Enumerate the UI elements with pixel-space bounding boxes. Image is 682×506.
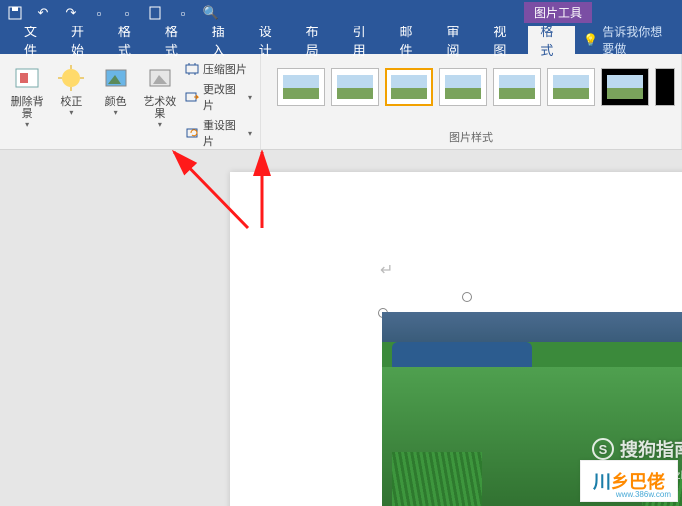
reset-icon — [185, 126, 199, 140]
corrections-icon — [57, 64, 85, 92]
save-icon[interactable] — [6, 4, 24, 22]
change-picture-button[interactable]: 更改图片 ▾ — [183, 80, 254, 114]
contextual-tab-label: 图片工具 — [524, 2, 592, 23]
group-adjust: 删除背景 ▾ 校正 ▾ 颜色 ▾ 艺术效果 ▾ 压缩图片 — [0, 54, 261, 149]
style-thumb-2[interactable] — [331, 68, 379, 106]
style-thumb-6[interactable] — [547, 68, 595, 106]
chevron-down-icon: ▾ — [158, 120, 162, 129]
picture-sky — [382, 312, 682, 342]
watermark-brand: S 搜狗指南 — [592, 436, 682, 462]
chevron-down-icon: ▾ — [248, 129, 252, 138]
compress-pictures-button[interactable]: 压缩图片 — [183, 60, 254, 78]
site-url: www.386w.com — [616, 490, 671, 499]
artistic-icon — [146, 64, 174, 92]
chevron-down-icon: ▾ — [248, 93, 252, 102]
style-thumb-3[interactable] — [385, 68, 433, 106]
tab-file[interactable]: 文件 — [12, 26, 59, 54]
tab-references[interactable]: 引用 — [341, 26, 388, 54]
paragraph-mark: ↵ — [380, 260, 393, 280]
tab-format-2[interactable]: 格式 — [153, 26, 200, 54]
chevron-down-icon: ▾ — [69, 108, 73, 117]
reset-picture-button[interactable]: 重设图片 ▾ — [183, 116, 254, 150]
tab-insert[interactable]: 插入 — [200, 26, 247, 54]
title-bar: ↶ ↷ ▫ ▫ ▫ 🔍 图片工具 — [0, 0, 682, 26]
color-icon — [102, 64, 130, 92]
chevron-down-icon: ▾ — [25, 120, 29, 129]
qat-icon-3[interactable]: ▫ — [174, 4, 192, 22]
print-preview-icon[interactable]: 🔍 — [202, 4, 220, 22]
remove-bg-icon — [13, 64, 41, 92]
tab-layout[interactable]: 布局 — [294, 26, 341, 54]
watermark-logo-icon: S — [592, 438, 614, 460]
tab-design[interactable]: 设计 — [247, 26, 294, 54]
tab-view[interactable]: 视图 — [481, 26, 528, 54]
qat-icon-2[interactable]: ▫ — [118, 4, 136, 22]
ribbon-tabs: 文件 开始 格式 格式 插入 设计 布局 引用 邮件 审阅 视图 格式 💡 告诉… — [0, 26, 682, 54]
site-logo-badge: 川乡巴佬 www.386w.com — [580, 460, 678, 502]
color-button[interactable]: 颜色 ▾ — [94, 58, 136, 117]
remove-background-button[interactable]: 删除背景 ▾ — [6, 58, 48, 129]
undo-icon[interactable]: ↶ — [34, 4, 52, 22]
picture-grass — [392, 452, 482, 506]
tab-picture-format[interactable]: 格式 — [528, 26, 575, 54]
compress-icon — [185, 62, 199, 76]
tab-format-1[interactable]: 格式 — [106, 26, 153, 54]
picture-styles-gallery — [267, 58, 675, 106]
style-thumb-4[interactable] — [439, 68, 487, 106]
tell-me-label: 告诉我你想要做 — [602, 23, 674, 57]
group-label-styles: 图片样式 — [267, 127, 675, 149]
tab-mailings[interactable]: 邮件 — [388, 26, 435, 54]
rotation-handle[interactable] — [462, 292, 472, 302]
new-doc-icon[interactable] — [146, 4, 164, 22]
style-thumb-1[interactable] — [277, 68, 325, 106]
style-thumb-8[interactable] — [655, 68, 675, 106]
chevron-down-icon: ▾ — [114, 108, 118, 117]
corrections-button[interactable]: 校正 ▾ — [50, 58, 92, 117]
change-picture-icon — [185, 90, 199, 104]
redo-icon[interactable]: ↷ — [62, 4, 80, 22]
ribbon: 删除背景 ▾ 校正 ▾ 颜色 ▾ 艺术效果 ▾ 压缩图片 — [0, 54, 682, 150]
quick-access-toolbar: ↶ ↷ ▫ ▫ ▫ 🔍 — [6, 4, 220, 22]
artistic-effects-button[interactable]: 艺术效果 ▾ — [139, 58, 181, 129]
tell-me-search[interactable]: 💡 告诉我你想要做 — [575, 26, 682, 54]
lightbulb-icon: 💡 — [583, 33, 598, 47]
style-thumb-7[interactable] — [601, 68, 649, 106]
tab-review[interactable]: 审阅 — [434, 26, 481, 54]
qat-icon-1[interactable]: ▫ — [90, 4, 108, 22]
style-thumb-5[interactable] — [493, 68, 541, 106]
tab-home[interactable]: 开始 — [59, 26, 106, 54]
group-picture-styles: 图片样式 — [261, 54, 682, 149]
document-page[interactable]: ↵ S 搜狗指南 zhi — [230, 172, 682, 506]
document-area: ↵ S 搜狗指南 zhi 川乡巴佬 www.386w.com — [0, 150, 682, 506]
